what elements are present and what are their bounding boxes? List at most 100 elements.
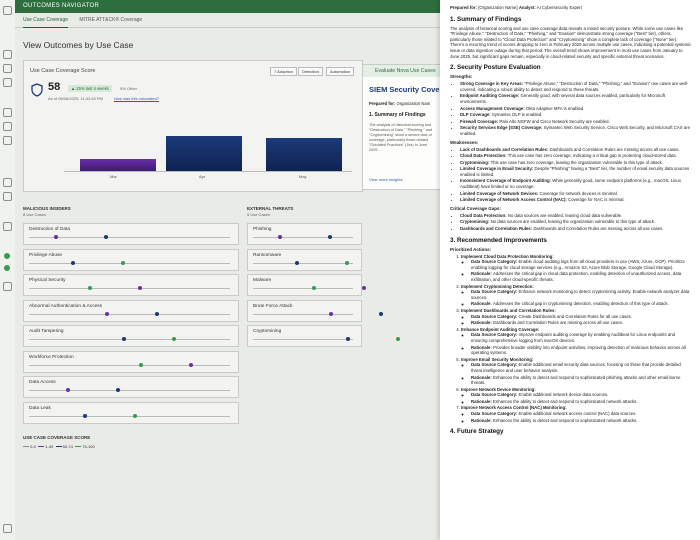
action-title: Implement Dashboards and Correlation Rul…	[461, 307, 556, 313]
malicious-insiders-title: MALICIOUS INSIDERS	[23, 206, 71, 211]
improvements-heading: 3. Recommended Improvements	[450, 236, 547, 244]
action-title: Implement Cryptomining Detection:	[461, 283, 534, 289]
external-use-case-tile[interactable]: Brute Force Attack	[247, 299, 383, 322]
strength-item-label: Security Services Edge (SSE) Coverage:	[460, 125, 544, 131]
malicious-use-case-tile[interactable]: Audit Tampering	[23, 325, 239, 347]
action-detail: Data Source Category: Enable additional …	[471, 411, 692, 417]
score-marker	[312, 286, 316, 290]
tab-mitre-coverage[interactable]: MITRE ATT&CK® Coverage	[79, 13, 142, 27]
external-threats-count: 5 Use Cases	[247, 212, 270, 217]
legend-title: USE CASE COVERAGE SCORE	[23, 435, 91, 440]
strength-item-label: Access Management Coverage:	[460, 105, 526, 111]
malicious-use-case-tile[interactable]: Destruction of Data	[23, 223, 239, 245]
external-threats-title: EXTERNAL THREATS	[247, 206, 294, 211]
action-detail: Data Source Category: Enable additional …	[471, 392, 692, 398]
gap-item: Cloud Data Protection: No data sources a…	[460, 213, 692, 219]
settings-icon[interactable]	[3, 178, 12, 187]
weakness-item-label: Limited Coverage of Network Access Contr…	[460, 197, 568, 203]
users-icon[interactable]	[3, 192, 12, 201]
legend-swatch	[75, 446, 82, 448]
siem-card-title: SIEM Security Covera	[369, 85, 440, 94]
database-icon[interactable]	[3, 64, 12, 73]
weakness-item: Lack of Dashboards and Correlation Rules…	[460, 147, 692, 153]
tab-use-case-coverage[interactable]: Use Case Coverage	[23, 13, 69, 28]
home-icon[interactable]	[3, 6, 12, 15]
legend-item: 1-49	[45, 444, 54, 449]
gap-item-label: Cryptomining:	[460, 219, 491, 225]
score-marker	[66, 388, 70, 392]
action-detail: Rationale: Enhances the ability to detec…	[471, 418, 692, 424]
malicious-use-case-tile[interactable]: Data Leak	[23, 401, 239, 424]
siem-prepared-line: Prepared for: Organization Nam	[369, 101, 430, 106]
adoption-button[interactable]: 7 Adoption	[270, 67, 297, 76]
trend-line	[29, 262, 230, 264]
prepared-value: [Organization Name]	[478, 5, 518, 10]
malicious-use-case-tile[interactable]: Abnormal Authentication & Access	[23, 299, 239, 322]
action-detail: Rationale: Dashboards and Correlation Ru…	[471, 320, 692, 326]
siem-summary-text: The analysis of historical scoring and "…	[369, 123, 433, 152]
action-detail-label: Data Source Category:	[471, 332, 519, 338]
score-marker	[139, 362, 143, 367]
trend-line	[253, 237, 353, 238]
external-use-case-tile[interactable]: Ransomware	[247, 248, 362, 271]
how-calculated-link[interactable]: How was this calculated?	[114, 96, 159, 101]
score-marker	[329, 311, 333, 316]
strength-item-label: DLP Coverage:	[460, 112, 492, 118]
legend-swatch	[23, 446, 29, 448]
external-use-case-tile[interactable]: Malware	[247, 274, 366, 296]
shield-icon	[31, 83, 43, 97]
siem-summary-heading: 1. Summary of Findings	[369, 112, 426, 118]
action-detail: Rationale: Provides broader visibility i…	[471, 345, 692, 356]
strengths-list: Strong Coverage in Key Areas: "Privilege…	[450, 81, 692, 136]
automation-button[interactable]: Automation	[326, 67, 355, 76]
external-use-case-tile[interactable]: Phishing	[247, 223, 362, 245]
action-detail-label: Rationale:	[471, 271, 493, 277]
strength-item-label: Endpoint Auditing Coverage:	[460, 93, 521, 99]
weakness-item-label: Inconsistent Coverage of Endpoint Auditi…	[460, 178, 553, 184]
prepared-label: Prepared for:	[450, 5, 477, 10]
action-title: Improve Email Security Monitoring:	[461, 356, 534, 362]
action-detail-label: Data Source Category:	[471, 411, 519, 417]
score-delta-note: 5% Other	[120, 86, 137, 91]
legend-item: 75-100	[82, 444, 95, 449]
bell-icon[interactable]	[3, 222, 12, 231]
view-more-link[interactable]: View more insights	[369, 177, 403, 182]
score-marker	[122, 337, 126, 341]
search-icon[interactable]	[3, 122, 12, 131]
score-marker	[396, 337, 400, 341]
malicious-use-case-name: Audit Tampering	[29, 329, 64, 334]
malicious-use-case-tile[interactable]: Physical Security	[23, 274, 239, 296]
action-detail-label: Rationale:	[471, 417, 493, 423]
help-icon[interactable]	[3, 282, 12, 291]
malicious-use-case-tile[interactable]: Workforce Protection	[23, 350, 239, 373]
trend-line	[29, 364, 230, 366]
malicious-use-case-tile[interactable]: Privilege Abuse	[23, 248, 239, 271]
summary-text: The analysis of historical scoring and u…	[450, 25, 692, 59]
malicious-use-case-name: Data Leak	[29, 405, 51, 411]
gear-icon[interactable]	[3, 524, 12, 533]
legend-item: 0-0	[30, 444, 36, 449]
trend-line	[29, 237, 230, 238]
action-item: Improve Network Device Monitoring:Data S…	[461, 387, 692, 405]
action-item: Implement Cryptomining Detection:Data So…	[461, 284, 692, 307]
detection-button[interactable]: Detection	[298, 67, 323, 76]
malicious-use-case-tile[interactable]: Data Access	[23, 376, 239, 398]
score-marker	[155, 311, 159, 316]
weakness-item: Cloud Data Protection: This use case has…	[460, 153, 692, 159]
action-title: Improve Network Access Control (NAC) Mon…	[461, 405, 567, 411]
shield-icon[interactable]	[3, 136, 12, 145]
legend-swatch	[55, 446, 62, 448]
action-item: Improve Email Security Monitoring:Data S…	[461, 357, 692, 386]
gap-item-label: Dashboards and Correlation Rules:	[460, 226, 534, 232]
trend-line	[253, 313, 353, 315]
list-icon[interactable]	[3, 78, 12, 87]
legend-swatch	[38, 446, 45, 448]
strength-item: Security Services Edge (SSE) Coverage: S…	[460, 125, 692, 136]
chart-icon[interactable]	[3, 108, 12, 117]
strength-item-label: Firewall Coverage:	[460, 118, 500, 124]
external-use-case-tile[interactable]: Cryptomining	[247, 325, 400, 347]
action-item: Implement Dashboards and Correlation Rul…	[461, 308, 692, 326]
cloud-icon[interactable]	[3, 50, 12, 59]
report-panel: Prepared for: [Organization Name] Analys…	[440, 0, 700, 540]
strengths-label: Strengths:	[450, 74, 473, 80]
